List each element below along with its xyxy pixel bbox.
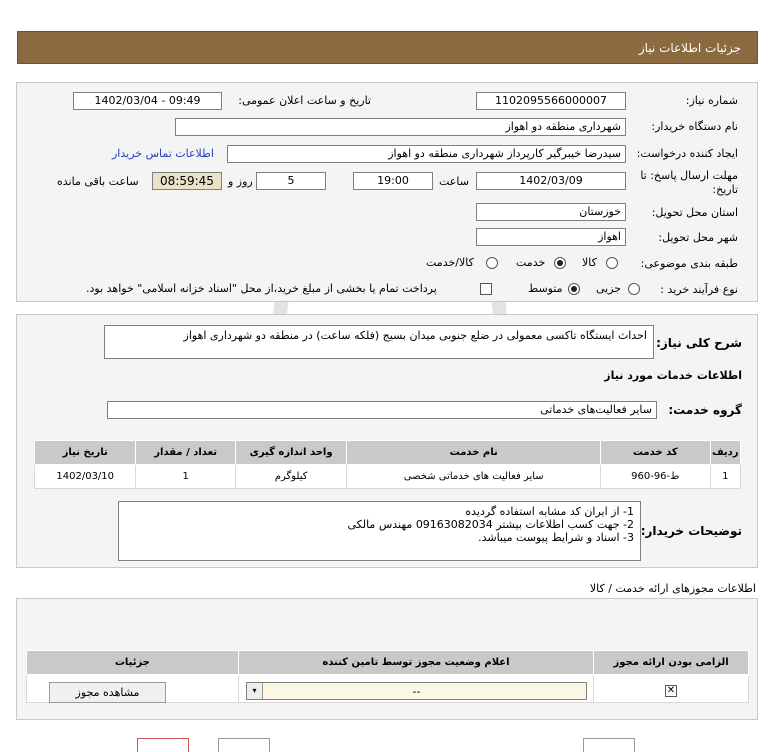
buyer-note-line: 2- جهت کسب اطلاعات بیشتر 09163082034 مهن… [347,518,634,531]
purchase-option-minor: جزیی [596,282,622,295]
cell-quantity: 1 [135,464,236,489]
province-label: استان محل تحویل: [651,206,738,219]
remaining-time: 08:59:45 [152,172,222,190]
col-quantity: تعداد / مقدار [135,440,236,465]
deadline-time-field: 19:00 [353,172,433,190]
permit-required-checkbox: ✕ [665,685,677,697]
payment-note: پرداخت تمام یا بخشی از مبلغ خرید،از محل … [86,282,437,295]
requester-field: سیدرضا خیبرگیر کارپرداز شهرداری منطقه دو… [227,145,626,163]
bottom-button[interactable] [137,738,189,752]
category-radio-goods-service[interactable] [486,257,498,269]
days-field: 5 [256,172,326,190]
services-table: تاریخ نیاز تعداد / مقدار واحد اندازه گیر… [33,440,742,489]
cell-row: 1 [709,464,742,489]
category-label: طبقه بندی موضوعی: [640,257,738,270]
page-title: جزئیات اطلاعات نیاز [638,41,741,55]
services-section-title: اطلاعات خدمات مورد نیاز [604,369,742,382]
purchase-radio-minor[interactable] [628,283,640,295]
description-field: احداث ایستگاه تاکسی معمولی در ضلع جنوبی … [104,325,654,359]
buyer-org-label: نام دستگاه خریدار: [651,120,738,133]
purchase-type-label: نوع فرآیند خرید : [660,283,738,296]
announce-field: 1402/03/04 - 09:49 [73,92,222,110]
buyer-note-line: 1- از ایران کد مشابه استفاده گردیده [465,505,634,518]
days-label: روز و [228,175,253,188]
need-number-label: شماره نیاز: [685,94,738,107]
province-field: خوزستان [476,203,626,221]
buyer-org-field: شهرداری منطقه دو اهواز [175,118,626,136]
city-label: شهر محل تحویل: [658,231,738,244]
cell-date: 1402/03/10 [33,464,137,489]
permit-status-value: -- [412,685,421,698]
purchase-radio-medium[interactable] [568,283,580,295]
col-service-code: کد خدمت [599,440,711,465]
purchase-option-medium: متوسط [528,282,563,295]
description-label: شرح کلی نیاز: [656,336,742,350]
treasury-payment-checkbox[interactable] [480,283,492,295]
col-details: جزئیات [26,650,239,675]
cell-service-code: ط-96-960 [599,464,711,489]
permits-table-header: جزئیات اعلام وضعیت مجوز توسط تامین کننده… [26,650,749,675]
category-radio-goods[interactable] [606,257,618,269]
buyer-note-line: 3- اسناد و شرایط پیوست میباشد. [478,531,634,544]
deadline-time-label: ساعت [439,175,469,188]
city-field: اهواز [476,228,626,246]
col-permit-required: الزامی بودن ارائه مجوز [593,650,749,675]
buyer-contact-link[interactable]: اطلاعات تماس خریدار [112,147,214,160]
cell-service-name: سایر فعالیت های خدماتی شخصی [346,464,601,489]
deadline-date-label: تاریخ: [712,183,738,196]
buyer-notes-label: توضیحات خریدار: [640,524,742,538]
permits-section-title: اطلاعات مجوزهای ارائه خدمت / کالا [589,582,756,595]
requester-label: ایجاد کننده درخواست: [636,147,738,160]
category-option-goods-service: کالا/خدمت [426,256,474,269]
table-row[interactable]: 1402/03/10 1 کیلوگرم سایر فعالیت های خدم… [33,464,742,489]
bottom-button[interactable] [583,738,635,752]
page-header: جزئیات اطلاعات نیاز [17,31,758,64]
col-row: ردیف [709,440,742,465]
bottom-button[interactable] [218,738,270,752]
deadline-label: مهلت ارسال پاسخ: تا [640,169,738,182]
view-permit-button[interactable]: مشاهده مجوز [49,682,166,703]
col-date: تاریخ نیاز [33,440,137,465]
buyer-notes-field: 1- از ایران کد مشابه استفاده گردیده 2- ج… [118,501,641,561]
service-group-field: سایر فعالیت‌های خدماتی [107,401,657,419]
deadline-date-field: 1402/03/09 [476,172,626,190]
announce-label: تاریخ و ساعت اعلان عمومی: [238,94,371,107]
col-unit: واحد اندازه گیری [234,440,348,465]
need-number-field: 1102095566000007 [476,92,626,110]
services-table-header: تاریخ نیاز تعداد / مقدار واحد اندازه گیر… [33,440,742,465]
chevron-down-icon[interactable]: ▾ [247,683,263,699]
permit-status-select[interactable]: ▾ -- [246,682,587,700]
category-option-service: خدمت [516,256,546,269]
col-permit-status: اعلام وضعیت مجوز توسط تامین کننده [237,650,595,675]
cell-unit: کیلوگرم [234,464,348,489]
col-service-name: نام خدمت [346,440,601,465]
remaining-label: ساعت باقی مانده [57,175,139,188]
service-group-label: گروه خدمت: [668,403,742,417]
category-radio-service[interactable] [554,257,566,269]
category-option-goods: کالا [582,256,597,269]
